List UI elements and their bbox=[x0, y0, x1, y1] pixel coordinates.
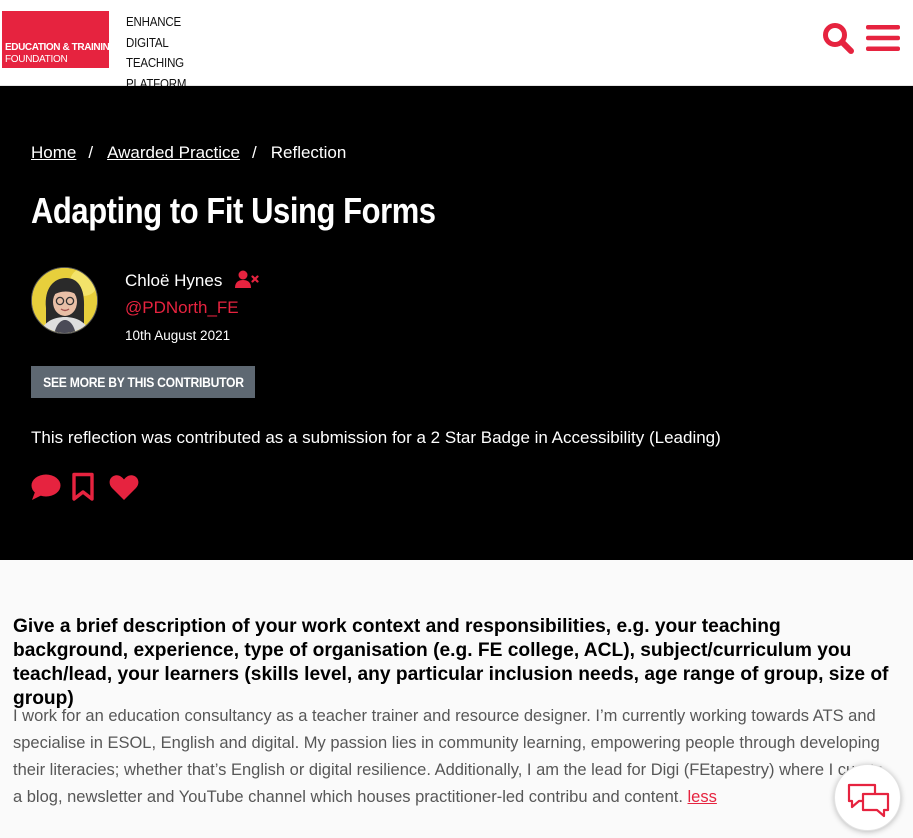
submission-note: This reflection was contributed as a sub… bbox=[31, 428, 721, 447]
reflection-answer: I work for an education consultancy as a… bbox=[13, 703, 893, 811]
reflection-question: Give a brief description of your work co… bbox=[13, 616, 889, 709]
unfollow-user-icon[interactable] bbox=[235, 270, 259, 288]
heart-icon[interactable] bbox=[109, 474, 139, 501]
logo-text-line1: EDUCATION & TRAINING bbox=[5, 42, 117, 53]
reflection-answer-text: I work for an education consultancy as a… bbox=[13, 707, 884, 806]
breadcrumb-current: Reflection bbox=[270, 143, 347, 162]
see-more-by-contributor-button[interactable]: See more by this contributor bbox=[31, 366, 255, 398]
article-actions bbox=[31, 471, 139, 503]
search-icon[interactable] bbox=[822, 22, 854, 54]
article-hero: Home / Awarded Practice / Reflection Ada… bbox=[0, 86, 913, 560]
see-more-by-contributor-label: See more by this contributor bbox=[42, 374, 244, 390]
site-header: EDUCATION & TRAINING FOUNDATION Enhance … bbox=[0, 0, 913, 91]
chat-icon bbox=[847, 783, 890, 818]
breadcrumb-awarded-practice-link[interactable]: Awarded Practice bbox=[107, 143, 240, 163]
logo-text-line2: FOUNDATION bbox=[5, 54, 68, 65]
author-avatar[interactable] bbox=[31, 267, 98, 334]
breadcrumb-separator: / bbox=[252, 143, 257, 162]
author-name[interactable]: Chloë Hynes bbox=[125, 271, 222, 291]
breadcrumb-home-link[interactable]: Home bbox=[31, 143, 76, 163]
chat-widget-button[interactable] bbox=[834, 764, 901, 831]
avatar-image bbox=[32, 268, 97, 333]
show-less-link[interactable]: less bbox=[688, 788, 717, 806]
platform-name-line2: Digital Teaching bbox=[126, 35, 184, 71]
comment-icon[interactable] bbox=[31, 473, 61, 501]
page-title: Adapting to Fit Using Forms bbox=[31, 190, 436, 231]
post-date: 10th August 2021 bbox=[125, 328, 231, 343]
author-twitter-handle[interactable]: @PDNorth_FE bbox=[125, 298, 239, 318]
platform-name[interactable]: Enhance Digital Teaching Platform bbox=[126, 12, 227, 94]
etf-logo[interactable]: EDUCATION & TRAINING FOUNDATION bbox=[2, 11, 117, 68]
platform-name-line1: Enhance bbox=[126, 15, 181, 29]
breadcrumb: Home / Awarded Practice / Reflection bbox=[31, 143, 346, 163]
reflection-content: Give a brief description of your work co… bbox=[0, 560, 913, 838]
breadcrumb-separator: / bbox=[88, 143, 94, 162]
hamburger-menu-icon[interactable] bbox=[866, 24, 900, 52]
bookmark-icon[interactable] bbox=[71, 472, 95, 502]
